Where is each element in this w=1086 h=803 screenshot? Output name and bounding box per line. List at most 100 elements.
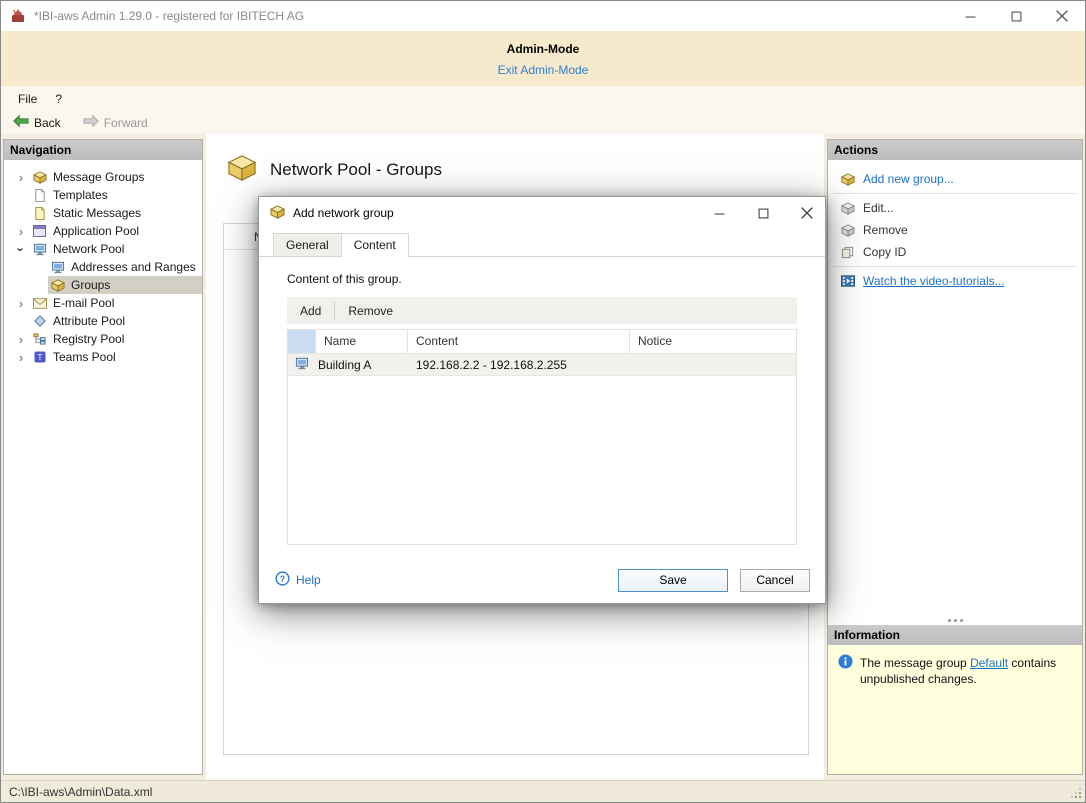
chevron-right-icon[interactable]: [12, 225, 30, 238]
back-button[interactable]: Back: [9, 113, 65, 132]
resize-grip[interactable]: [1069, 786, 1081, 798]
nav-item-application-pool[interactable]: Application Pool: [4, 222, 202, 240]
teams-pool-icon: T: [32, 351, 47, 363]
window-title: *IBI-aws Admin 1.29.0 - registered for I…: [34, 9, 305, 23]
information-message: The message group Default contains unpub…: [860, 656, 1057, 687]
tab-general[interactable]: General: [273, 233, 342, 256]
information-header: Information: [828, 625, 1082, 645]
app-window: *IBI-aws Admin 1.29.0 - registered for I…: [0, 0, 1086, 803]
help-link[interactable]: ? Help: [275, 571, 321, 589]
help-icon: ?: [275, 571, 290, 589]
addresses-ranges-icon: [50, 261, 65, 274]
action-copy-id[interactable]: Copy ID: [828, 241, 1082, 263]
back-arrow-icon: [13, 114, 29, 131]
forward-arrow-icon: [83, 114, 99, 131]
nav-item-email-pool[interactable]: E-mail Pool: [4, 294, 202, 312]
dialog-minimize-icon[interactable]: [701, 197, 737, 229]
navigation-panel: Navigation Message Groups Templates Stat…: [3, 139, 203, 775]
dialog-description: Content of this group.: [287, 272, 402, 286]
nav-item-templates[interactable]: Templates: [4, 186, 202, 204]
save-button[interactable]: Save: [618, 568, 728, 592]
panel-splitter-grip[interactable]: [828, 613, 1082, 623]
remove-button[interactable]: Remove: [335, 297, 406, 324]
dialog-title: Add network group: [293, 206, 394, 220]
column-notice[interactable]: Notice: [630, 330, 796, 353]
nav-item-attribute-pool[interactable]: Attribute Pool: [4, 312, 202, 330]
attribute-pool-icon: [32, 315, 47, 327]
chevron-right-icon[interactable]: [12, 351, 30, 364]
actions-header: Actions: [828, 140, 1082, 160]
action-add-new-group[interactable]: Add new group...: [828, 168, 1082, 190]
edit-icon: [840, 201, 855, 215]
chevron-right-icon[interactable]: [12, 171, 30, 184]
static-messages-icon: [32, 206, 47, 220]
action-edit[interactable]: Edit...: [828, 197, 1082, 219]
admin-mode-title: Admin-Mode: [506, 42, 580, 56]
chevron-right-icon[interactable]: [12, 333, 30, 346]
exit-admin-mode-link[interactable]: Exit Admin-Mode: [498, 63, 589, 77]
add-button[interactable]: Add: [287, 297, 334, 324]
menu-help[interactable]: ?: [46, 89, 71, 109]
action-remove[interactable]: Remove: [828, 219, 1082, 241]
add-network-group-dialog: Add network group General Content Conten…: [258, 196, 826, 604]
title-bar: *IBI-aws Admin 1.29.0 - registered for I…: [1, 1, 1085, 31]
actions-divider: [833, 193, 1077, 194]
group-content-table: Name Content Notice Building A 192.168.2…: [287, 329, 797, 545]
templates-icon: [32, 188, 47, 202]
maximize-icon[interactable]: [993, 1, 1039, 31]
cell-name: Building A: [318, 357, 372, 372]
registry-pool-icon: [32, 333, 47, 345]
nav-item-static-messages[interactable]: Static Messages: [4, 204, 202, 222]
dialog-toolbar: Add Remove: [287, 297, 797, 324]
actions-panel: Actions Add new group... Edit... Remove: [827, 139, 1083, 775]
back-label: Back: [34, 115, 61, 130]
minimize-icon[interactable]: [947, 1, 993, 31]
svg-text:T: T: [37, 353, 42, 362]
network-range-icon: [295, 357, 309, 373]
video-tutorials-icon: [840, 275, 855, 287]
dialog-close-icon[interactable]: [789, 197, 825, 229]
application-pool-icon: [32, 225, 47, 237]
chevron-down-icon[interactable]: [12, 243, 30, 256]
menu-bar: File ?: [1, 86, 1085, 111]
nav-toolbar: Back Forward: [1, 111, 1085, 134]
nav-item-network-pool[interactable]: Network Pool: [4, 240, 202, 258]
email-pool-icon: [32, 297, 47, 309]
nav-item-groups[interactable]: Groups: [4, 276, 202, 294]
dialog-title-bar: Add network group: [259, 197, 825, 229]
page-title: Network Pool - Groups: [270, 159, 442, 179]
column-icon[interactable]: [288, 330, 316, 353]
navigation-header: Navigation: [4, 140, 202, 160]
column-name[interactable]: Name: [316, 330, 408, 353]
menu-file[interactable]: File: [9, 89, 46, 109]
table-row[interactable]: Building A 192.168.2.2 - 192.168.2.255: [288, 354, 796, 376]
dialog-tabs: General Content: [259, 229, 825, 257]
network-pool-icon: [32, 243, 47, 256]
tab-content[interactable]: Content: [340, 233, 409, 257]
action-watch-video-tutorials[interactable]: Watch the video-tutorials...: [828, 270, 1082, 292]
forward-label: Forward: [103, 115, 148, 130]
default-group-link[interactable]: Default: [970, 656, 1008, 670]
admin-mode-banner: Admin-Mode Exit Admin-Mode: [1, 31, 1085, 86]
groups-icon: [50, 278, 65, 292]
table-header-row: Name Content Notice: [288, 330, 796, 354]
information-panel: Information The message group Default co…: [828, 625, 1082, 774]
dialog-icon: [269, 204, 286, 222]
cell-content: 192.168.2.2 - 192.168.2.255: [416, 357, 567, 372]
copy-icon: [840, 246, 855, 259]
nav-item-message-groups[interactable]: Message Groups: [4, 168, 202, 186]
svg-text:?: ?: [280, 574, 285, 584]
column-content[interactable]: Content: [408, 330, 630, 353]
nav-item-addresses-and-ranges[interactable]: Addresses and Ranges: [4, 258, 202, 276]
chevron-right-icon[interactable]: [12, 297, 30, 310]
close-icon[interactable]: [1039, 1, 1085, 31]
forward-button[interactable]: Forward: [79, 113, 152, 132]
remove-icon: [840, 223, 855, 237]
nav-item-teams-pool[interactable]: T Teams Pool: [4, 348, 202, 366]
cancel-button[interactable]: Cancel: [740, 568, 810, 592]
add-group-icon: [840, 172, 855, 186]
status-bar: C:\IBI-aws\Admin\Data.xml: [1, 780, 1085, 802]
info-icon: [838, 654, 853, 672]
dialog-maximize-icon[interactable]: [745, 197, 781, 229]
nav-item-registry-pool[interactable]: Registry Pool: [4, 330, 202, 348]
